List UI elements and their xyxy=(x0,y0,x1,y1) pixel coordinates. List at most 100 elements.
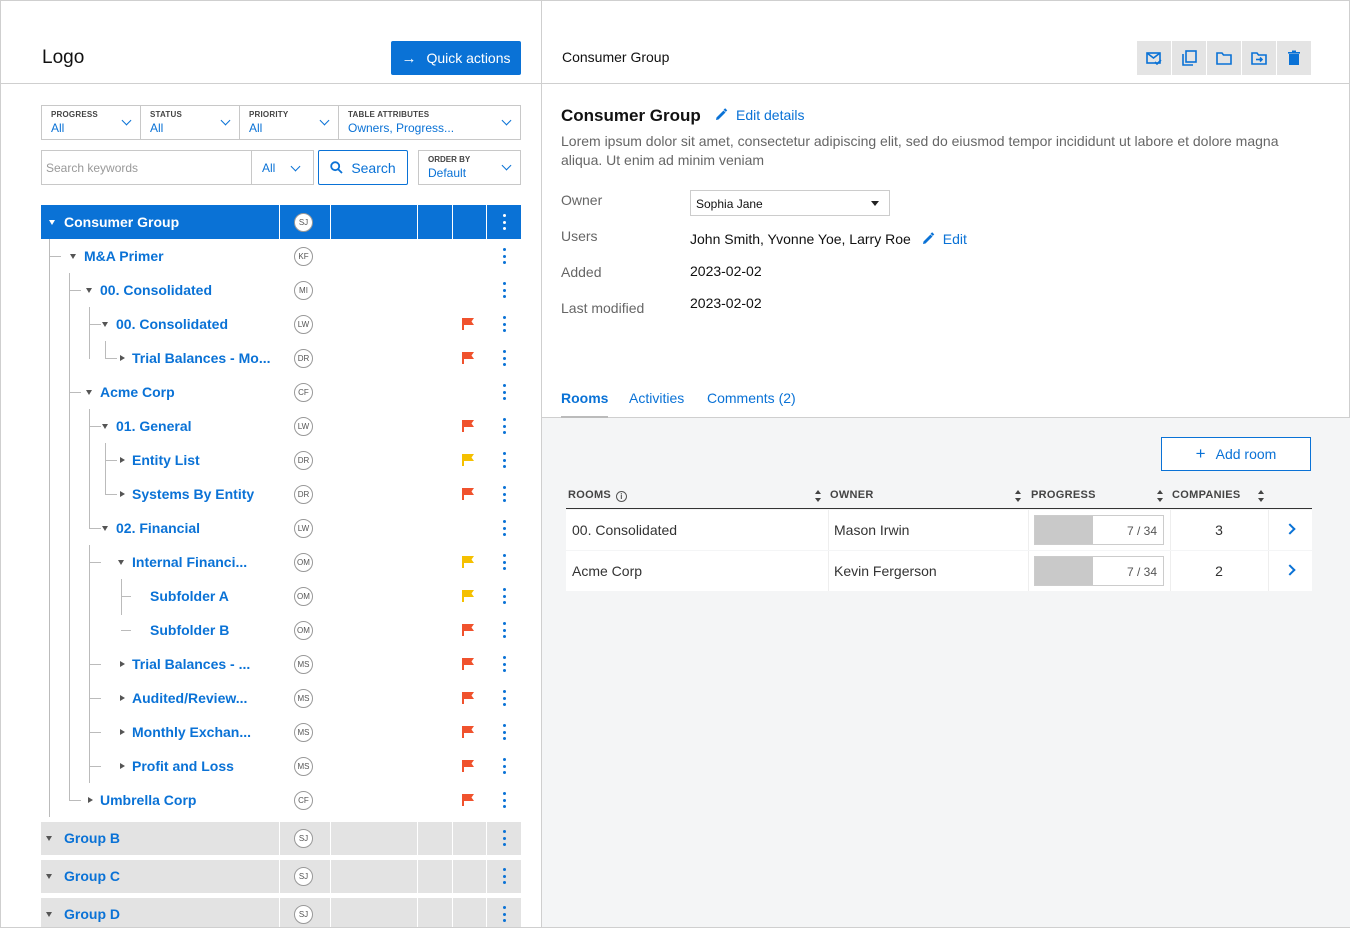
caret-right-icon[interactable] xyxy=(120,728,125,735)
group-row[interactable]: Group C SJ xyxy=(41,860,521,893)
send-mail-button[interactable] xyxy=(1137,41,1172,75)
group-row[interactable]: Group D SJ xyxy=(41,898,521,927)
sort-icon[interactable] xyxy=(1157,490,1164,502)
delete-button[interactable] xyxy=(1277,41,1312,75)
table-row[interactable]: 00. Consolidated Mason Irwin 7 / 34 3 xyxy=(566,510,1312,550)
kebab-icon[interactable] xyxy=(502,690,506,706)
table-row[interactable]: Acme Corp Kevin Fergerson 7 / 34 2 xyxy=(566,551,1312,591)
kebab-icon[interactable] xyxy=(502,452,506,468)
tree-row[interactable]: 02. Financial LW xyxy=(41,511,521,545)
add-room-button[interactable]: + Add room xyxy=(1161,437,1311,471)
flag-icon[interactable] xyxy=(462,556,474,568)
flag-icon[interactable] xyxy=(462,318,474,330)
flag-icon[interactable] xyxy=(462,760,474,772)
edit-users-link[interactable]: Edit xyxy=(921,231,967,247)
tree-row[interactable]: Acme Corp CF xyxy=(41,375,521,409)
tree-row[interactable]: Umbrella Corp CF xyxy=(41,783,521,817)
caret-down-icon[interactable] xyxy=(46,912,52,917)
caret-right-icon[interactable] xyxy=(120,762,125,769)
sort-icon[interactable] xyxy=(815,490,822,502)
owner-select[interactable]: Sophia Jane xyxy=(690,190,890,216)
caret-down-icon[interactable] xyxy=(46,874,52,879)
kebab-icon[interactable] xyxy=(502,724,506,740)
status-filter[interactable]: STATUS All xyxy=(141,106,240,139)
caret-down-icon[interactable] xyxy=(102,424,108,429)
folder-button[interactable] xyxy=(1207,41,1242,75)
kebab-icon[interactable] xyxy=(502,830,506,846)
kebab-icon[interactable] xyxy=(502,282,506,298)
move-to-folder-button[interactable] xyxy=(1242,41,1277,75)
group-row[interactable]: Group B SJ xyxy=(41,822,521,855)
kebab-icon[interactable] xyxy=(502,486,506,502)
flag-icon[interactable] xyxy=(462,624,474,636)
caret-down-icon[interactable] xyxy=(86,390,92,395)
caret-right-icon[interactable] xyxy=(120,490,125,497)
kebab-icon[interactable] xyxy=(502,554,506,570)
table-attributes-filter[interactable]: TABLE ATTRIBUTES Owners, Progress... xyxy=(339,106,520,139)
search-button[interactable]: Search xyxy=(318,150,408,185)
info-icon[interactable]: i xyxy=(616,491,628,502)
kebab-icon[interactable] xyxy=(502,588,506,604)
caret-right-icon[interactable] xyxy=(120,694,125,701)
kebab-icon[interactable] xyxy=(502,656,506,672)
kebab-icon[interactable] xyxy=(502,350,506,366)
quick-actions-button[interactable]: → Quick actions xyxy=(391,41,521,75)
kebab-icon[interactable] xyxy=(502,520,506,536)
sort-icon[interactable] xyxy=(1015,490,1022,502)
flag-icon[interactable] xyxy=(462,352,474,364)
chevron-right-icon[interactable] xyxy=(1284,564,1296,576)
edit-details-link[interactable]: Edit details xyxy=(714,107,804,123)
kebab-icon[interactable] xyxy=(502,248,506,264)
caret-down-icon[interactable] xyxy=(70,254,76,259)
flag-icon[interactable] xyxy=(462,454,474,466)
search-scope-select[interactable]: All xyxy=(251,150,314,185)
tree-row-selected[interactable]: Consumer Group SJ xyxy=(41,205,521,239)
tree-row[interactable]: Audited/Review... MS xyxy=(41,681,521,715)
tab-comments[interactable]: Comments (2) xyxy=(707,390,796,406)
caret-right-icon[interactable] xyxy=(88,796,93,803)
flag-icon[interactable] xyxy=(462,658,474,670)
caret-right-icon[interactable] xyxy=(120,456,125,463)
search-input[interactable]: Search keywords xyxy=(41,150,251,185)
kebab-icon[interactable] xyxy=(502,316,506,332)
kebab-icon[interactable] xyxy=(502,418,506,434)
kebab-icon[interactable] xyxy=(502,622,506,638)
tree-row[interactable]: Subfolder A OM xyxy=(41,579,521,613)
priority-filter[interactable]: PRIORITY All xyxy=(240,106,339,139)
kebab-icon[interactable] xyxy=(502,214,506,230)
sort-icon[interactable] xyxy=(1258,490,1265,502)
kebab-icon[interactable] xyxy=(502,758,506,774)
chevron-right-icon[interactable] xyxy=(1284,523,1296,535)
tree-row[interactable]: Profit and Loss MS xyxy=(41,749,521,783)
caret-down-icon[interactable] xyxy=(86,288,92,293)
progress-filter[interactable]: PROGRESS All xyxy=(42,106,141,139)
tree-row[interactable]: Trial Balances - ... MS xyxy=(41,647,521,681)
caret-down-icon[interactable] xyxy=(102,526,108,531)
flag-icon[interactable] xyxy=(462,726,474,738)
tree-row[interactable]: Monthly Exchan... MS xyxy=(41,715,521,749)
flag-icon[interactable] xyxy=(462,692,474,704)
tree-row[interactable]: 00. Consolidated LW xyxy=(41,307,521,341)
tree-row[interactable]: Internal Financi... OM xyxy=(41,545,521,579)
flag-icon[interactable] xyxy=(462,420,474,432)
order-by-select[interactable]: ORDER BY Default xyxy=(418,150,521,185)
tree-row[interactable]: 00. Consolidated MI xyxy=(41,273,521,307)
flag-icon[interactable] xyxy=(462,590,474,602)
caret-right-icon[interactable] xyxy=(120,354,125,361)
caret-down-icon[interactable] xyxy=(102,322,108,327)
tab-rooms[interactable]: Rooms xyxy=(561,390,609,418)
tree-row[interactable]: M&A Primer KF xyxy=(41,239,521,273)
kebab-icon[interactable] xyxy=(502,906,506,922)
caret-down-icon[interactable] xyxy=(118,560,124,565)
caret-right-icon[interactable] xyxy=(120,660,125,667)
kebab-icon[interactable] xyxy=(502,868,506,884)
copy-button[interactable] xyxy=(1172,41,1207,75)
flag-icon[interactable] xyxy=(462,794,474,806)
kebab-icon[interactable] xyxy=(502,792,506,808)
kebab-icon[interactable] xyxy=(502,384,506,400)
flag-icon[interactable] xyxy=(462,488,474,500)
tab-activities[interactable]: Activities xyxy=(629,390,684,406)
caret-down-icon[interactable] xyxy=(49,220,55,225)
tree-row[interactable]: 01. General LW xyxy=(41,409,521,443)
tree-row[interactable]: Subfolder B OM xyxy=(41,613,521,647)
